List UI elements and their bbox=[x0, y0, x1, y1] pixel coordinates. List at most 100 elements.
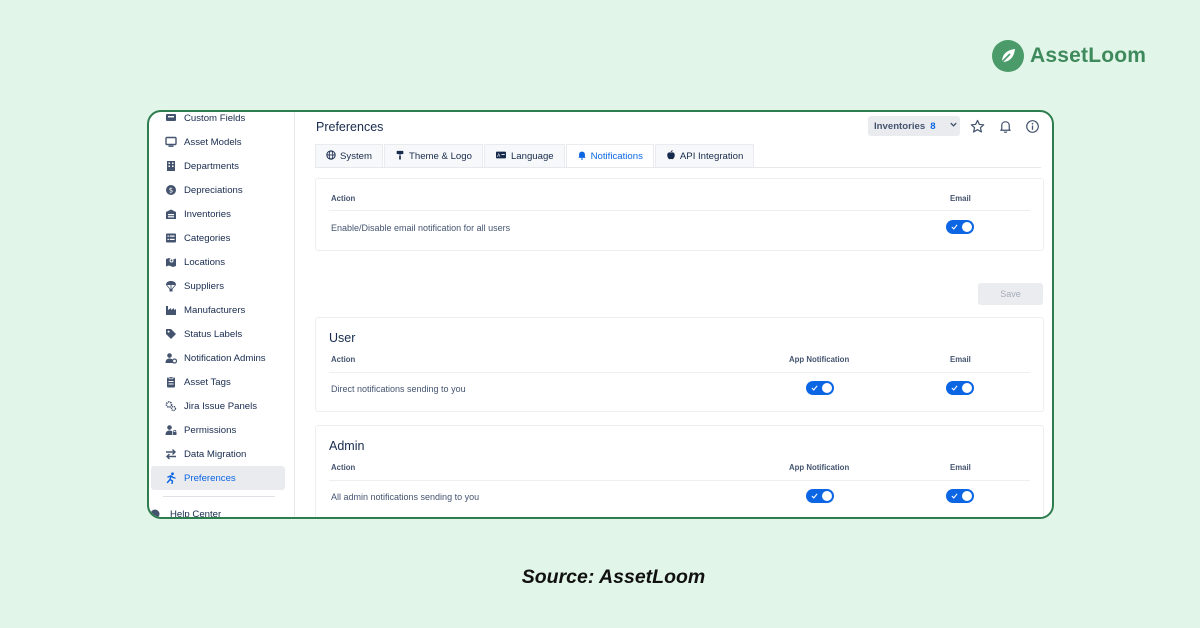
sidebar-item-preferences[interactable]: Preferences bbox=[151, 466, 285, 490]
column-header-email: Email bbox=[950, 194, 971, 203]
sidebar-item-notification-admins[interactable]: Notification Admins bbox=[151, 346, 285, 370]
sidebar-item-data-migration[interactable]: Data Migration bbox=[151, 442, 285, 466]
sidebar-item-label: Preferences bbox=[184, 472, 236, 484]
tab-language[interactable]: A Language bbox=[483, 144, 565, 168]
user-email-toggle[interactable] bbox=[946, 381, 974, 395]
tab-label: Theme & Logo bbox=[409, 151, 472, 162]
tab-label: API Integration bbox=[679, 151, 744, 162]
tab-label: System bbox=[340, 151, 372, 162]
admin-section-title: Admin bbox=[329, 439, 365, 453]
sidebar-item-inventories[interactable]: Inventories bbox=[151, 202, 285, 226]
apple-icon bbox=[666, 150, 676, 163]
inventories-count: 8 bbox=[930, 120, 936, 132]
sidebar-item-label: Suppliers bbox=[184, 280, 224, 292]
sidebar-item-jira-issue-panels[interactable]: Jira Issue Panels bbox=[151, 394, 285, 418]
tab-api-integration[interactable]: API Integration bbox=[654, 144, 755, 168]
column-header-email: Email bbox=[950, 463, 971, 472]
arrows-swap-icon bbox=[165, 448, 177, 460]
column-header-action: Action bbox=[331, 463, 356, 472]
globe-icon bbox=[326, 150, 336, 163]
tag-icon bbox=[165, 328, 177, 340]
column-header-email: Email bbox=[950, 355, 971, 364]
admin-app-notification-toggle[interactable] bbox=[806, 489, 834, 503]
sidebar-item-label: Custom Fields bbox=[184, 112, 246, 124]
tab-system[interactable]: System bbox=[315, 144, 383, 168]
sidebar-item-manufacturers[interactable]: Manufacturers bbox=[151, 298, 285, 322]
sidebar-item-label: Locations bbox=[184, 256, 226, 268]
sidebar-item-categories[interactable]: Categories bbox=[151, 226, 285, 250]
clipboard-icon bbox=[165, 376, 177, 388]
bell-icon bbox=[577, 150, 587, 163]
row-divider bbox=[329, 210, 1030, 211]
user-lock-icon bbox=[165, 424, 177, 436]
admin-email-toggle[interactable] bbox=[946, 489, 974, 503]
tab-label: Language bbox=[510, 151, 554, 162]
bell-icon[interactable] bbox=[997, 118, 1013, 134]
paint-roller-icon bbox=[395, 150, 405, 163]
column-header-app-notification: App Notification bbox=[789, 463, 850, 472]
sidebar-item-label: Jira Issue Panels bbox=[184, 400, 258, 412]
sidebar-item-custom-fields[interactable]: Custom Fields bbox=[151, 112, 285, 130]
sidebar-item-permissions[interactable]: Permissions bbox=[151, 418, 285, 442]
user-section-title: User bbox=[329, 331, 356, 345]
sidebar-item-depreciations[interactable]: $ Depreciations bbox=[151, 178, 285, 202]
page-title: Preferences bbox=[316, 120, 384, 134]
sidebar-item-label: Inventories bbox=[184, 208, 231, 220]
coin-icon: $ bbox=[165, 184, 177, 196]
tab-theme-logo[interactable]: Theme & Logo bbox=[384, 144, 483, 168]
sidebar-item-asset-tags[interactable]: Asset Tags bbox=[151, 370, 285, 394]
sidebar-item-label: Data Migration bbox=[184, 448, 247, 460]
app-window: Custom Fields Asset Models Departments $… bbox=[147, 110, 1054, 519]
main-content: Preferences Inventories 8 System Theme &… bbox=[295, 112, 1052, 517]
tab-notifications[interactable]: Notifications bbox=[565, 144, 654, 168]
user-app-notification-toggle[interactable] bbox=[806, 381, 834, 395]
sidebar-item-label: Status Labels bbox=[184, 328, 243, 340]
help-icon bbox=[151, 508, 163, 517]
language-icon: A bbox=[495, 150, 507, 163]
inventories-dropdown[interactable]: Inventories 8 bbox=[868, 116, 960, 136]
chevron-down-icon bbox=[949, 120, 958, 132]
column-header-app-notification: App Notification bbox=[789, 355, 850, 364]
info-icon[interactable] bbox=[1024, 118, 1040, 134]
sidebar-item-label: Notification Admins bbox=[184, 352, 266, 364]
sidebar-divider bbox=[163, 496, 275, 497]
brand-logo: AssetLoom bbox=[992, 40, 1146, 72]
user-row-label: Direct notifications sending to you bbox=[331, 384, 466, 394]
sidebar-item-label: Asset Tags bbox=[184, 376, 231, 388]
running-person-icon bbox=[165, 472, 177, 484]
map-icon bbox=[165, 256, 177, 268]
sidebar-item-suppliers[interactable]: Suppliers bbox=[151, 274, 285, 298]
sidebar-item-label: Depreciations bbox=[184, 184, 243, 196]
save-button[interactable]: Save bbox=[978, 283, 1043, 305]
sidebar-item-label: Departments bbox=[184, 160, 239, 172]
monitor-icon bbox=[165, 136, 177, 148]
warehouse-icon bbox=[165, 208, 177, 220]
row-divider bbox=[329, 480, 1030, 481]
building-icon bbox=[165, 160, 177, 172]
sidebar-item-status-labels[interactable]: Status Labels bbox=[151, 322, 285, 346]
sidebar-item-label: Asset Models bbox=[184, 136, 242, 148]
gears-icon bbox=[165, 400, 177, 412]
svg-text:$: $ bbox=[169, 187, 173, 195]
sidebar-item-asset-models[interactable]: Asset Models bbox=[151, 130, 285, 154]
sidebar-item-locations[interactable]: Locations bbox=[151, 250, 285, 274]
star-icon[interactable] bbox=[969, 118, 985, 134]
admin-notification-card: Admin Action App Notification Email All … bbox=[315, 425, 1044, 517]
global-email-row-label: Enable/Disable email notification for al… bbox=[331, 223, 511, 233]
row-divider bbox=[329, 372, 1030, 373]
user-gear-icon bbox=[165, 352, 177, 364]
sidebar-help-center[interactable]: Help Center bbox=[151, 508, 222, 519]
admin-row-label: All admin notifications sending to you bbox=[331, 492, 480, 502]
brand-name: AssetLoom bbox=[1030, 44, 1147, 67]
column-header-action: Action bbox=[331, 194, 356, 203]
list-icon bbox=[165, 232, 177, 244]
sidebar: Custom Fields Asset Models Departments $… bbox=[149, 112, 295, 517]
help-center-label: Help Center bbox=[170, 508, 222, 519]
sidebar-item-departments[interactable]: Departments bbox=[151, 154, 285, 178]
user-notification-card: User Action App Notification Email Direc… bbox=[315, 317, 1044, 412]
global-email-toggle[interactable] bbox=[946, 220, 974, 234]
sidebar-item-label: Categories bbox=[184, 232, 231, 244]
parachute-icon bbox=[165, 280, 177, 292]
sidebar-item-label: Permissions bbox=[184, 424, 237, 436]
tabs-divider bbox=[315, 167, 1041, 168]
